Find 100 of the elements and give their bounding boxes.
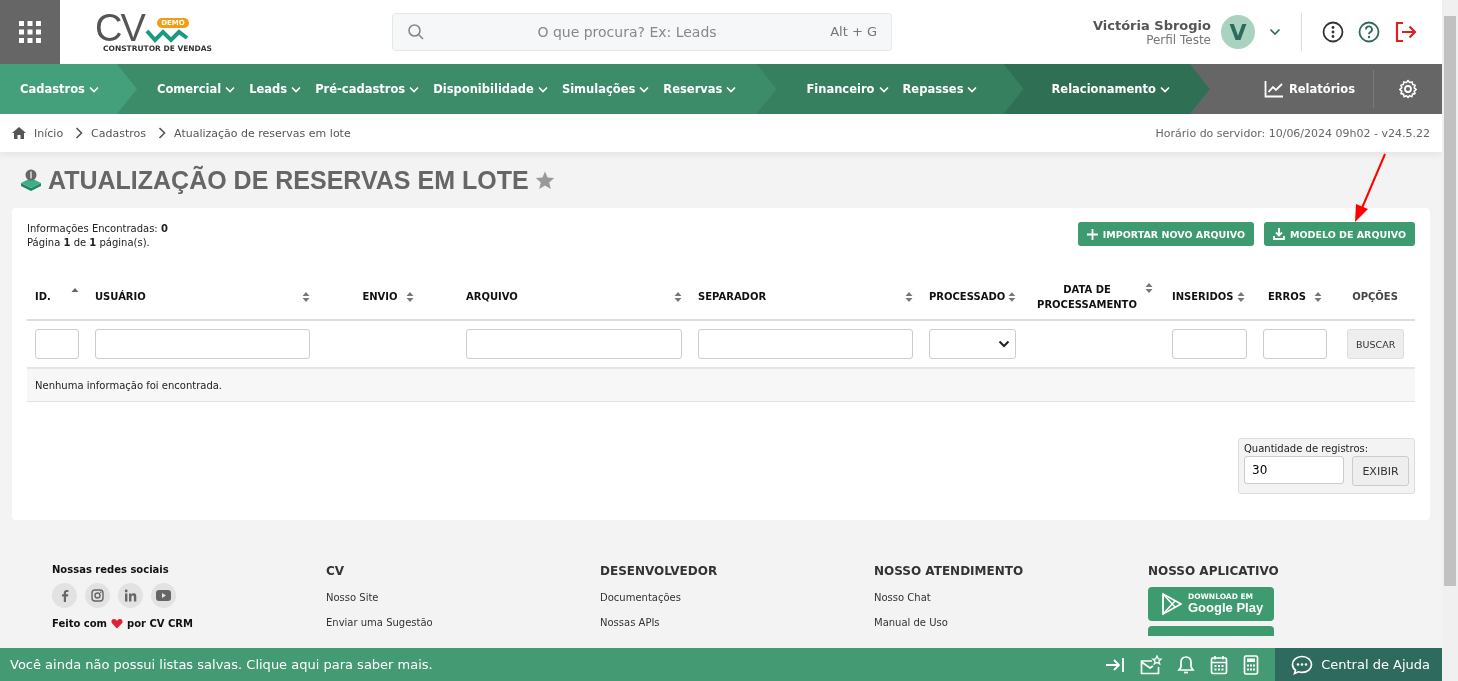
logout-icon[interactable]	[1394, 21, 1418, 43]
sort-icon[interactable]	[302, 290, 310, 303]
footer-heading: DESENVOLVEDOR	[600, 564, 719, 578]
sort-icon[interactable]	[1008, 290, 1016, 303]
home-icon	[12, 127, 26, 139]
column-header[interactable]: PROCESSADO	[929, 289, 1006, 304]
column-header[interactable]: ENVIO	[362, 289, 398, 304]
sort-icon[interactable]	[1145, 282, 1153, 294]
linkedin-icon[interactable]	[118, 583, 143, 608]
apps-menu-button[interactable]	[0, 0, 60, 64]
page-size-field[interactable]: 30	[1244, 456, 1344, 484]
user-avatar[interactable]: V	[1221, 15, 1255, 49]
collapse-icon[interactable]	[1105, 656, 1126, 673]
chevron-down-icon	[537, 85, 548, 93]
nav-menu-item[interactable]: Disponibilidade	[433, 82, 548, 96]
empty-message: Nenhuma informação foi encontrada.	[35, 379, 223, 391]
made-by-text: por CV CRM	[127, 618, 193, 629]
page-info: Página 1 de 1 página(s).	[27, 236, 151, 250]
play-store-icon	[1162, 593, 1182, 615]
mail-star-icon[interactable]	[1140, 654, 1163, 675]
nav-menu-item[interactable]: Simulações	[561, 82, 650, 96]
bell-icon[interactable]	[1177, 654, 1196, 675]
shortcut-hint: Alt + G	[830, 24, 877, 39]
nav-menu-item[interactable]: Financeiro	[806, 82, 889, 96]
settings-icon[interactable]	[1398, 79, 1418, 99]
breadcrumb-link[interactable]: Início	[34, 126, 64, 140]
results-count: Informações Encontradas: 0	[27, 222, 168, 236]
chevron-down-icon	[726, 85, 737, 93]
footer-heading: NOSSO APLICATIVO	[1148, 564, 1280, 578]
footer-heading: NOSSO ATENDIMENTO	[874, 564, 1025, 578]
calculator-icon[interactable]	[1243, 654, 1260, 675]
chevron-right-icon	[158, 127, 167, 139]
column-header[interactable]: ARQUIVO	[466, 289, 518, 304]
server-time: Horário do servidor: 10/06/2024 09h02 - v24.5.22	[1155, 126, 1430, 140]
reports-menu-item[interactable]: Relatórios	[1263, 80, 1355, 98]
user-profile: Perfil Teste	[1146, 32, 1211, 47]
column-header[interactable]: SEPARADOR	[698, 289, 767, 304]
youtube-icon[interactable]	[151, 583, 176, 608]
footer-link[interactable]: Documentações	[600, 592, 874, 603]
nav-menu-item[interactable]: Relacionamento	[1051, 82, 1170, 96]
sort-icon[interactable]	[674, 290, 682, 303]
footer-link[interactable]: Nosso Chat	[874, 592, 1148, 603]
filter-field[interactable]	[95, 329, 310, 359]
filter-field[interactable]	[466, 329, 682, 359]
search-button[interactable]: BUSCAR	[1347, 329, 1405, 359]
chevron-down-icon	[409, 85, 420, 93]
help-center-button[interactable]: Central de Ajuda	[1275, 648, 1442, 681]
chevron-down-icon	[88, 85, 99, 93]
star-icon[interactable]	[534, 170, 555, 190]
nav-menu-item[interactable]: Pré-cadastros	[315, 82, 420, 96]
breadcrumb-current: Atualização de reservas em lote	[174, 126, 351, 140]
column-header[interactable]: ID.	[35, 289, 51, 304]
sort-icon[interactable]	[1313, 290, 1322, 303]
chevron-down-icon	[1159, 85, 1170, 93]
nav-menu-item[interactable]: Leads	[249, 82, 302, 96]
chevron-right-icon	[75, 127, 84, 139]
chat-icon	[1291, 654, 1314, 675]
nav-menu-item[interactable]: Comercial	[156, 82, 236, 96]
help-icon[interactable]	[1358, 21, 1380, 43]
filter-field[interactable]	[1263, 329, 1327, 359]
footer-heading: CV	[326, 564, 346, 578]
footer-link[interactable]: Manual de Uso	[874, 617, 1148, 628]
chevron-down-icon[interactable]	[1269, 28, 1281, 36]
user-name: Victória Sbrogio	[1093, 17, 1211, 33]
search-icon	[407, 23, 425, 41]
filter-field[interactable]	[698, 329, 913, 359]
calendar-icon[interactable]	[1210, 654, 1229, 675]
chevron-down-icon	[967, 85, 978, 93]
footer-link[interactable]: Nosso Site	[326, 592, 600, 603]
breadcrumb-link[interactable]: Cadastros	[91, 126, 147, 140]
facebook-icon[interactable]	[52, 583, 77, 608]
sort-icon[interactable]	[1236, 290, 1245, 303]
footer-link[interactable]: Enviar uma Sugestão	[326, 617, 600, 628]
sort-ascending-icon[interactable]	[71, 287, 79, 293]
more-icon[interactable]	[1322, 21, 1344, 43]
heart-icon	[111, 618, 123, 629]
filter-field[interactable]	[35, 329, 79, 359]
column-header[interactable]: DATA DE PROCESSAMENTO	[1035, 281, 1139, 312]
page-size-label: Quantidade de registros:	[1244, 443, 1370, 454]
made-with-text: Feito com	[52, 618, 107, 629]
nav-menu-item[interactable]: Reservas	[663, 82, 737, 96]
show-button[interactable]: EXIBIR	[1352, 456, 1409, 486]
chevron-down-icon	[225, 85, 236, 93]
grid-icon	[18, 20, 42, 44]
plus-icon	[1086, 228, 1098, 240]
column-header[interactable]: ERROS	[1268, 289, 1306, 304]
download-icon	[1273, 228, 1286, 240]
footer-heading: Nossas redes sociais	[52, 564, 170, 575]
chevron-down-icon	[878, 85, 889, 93]
money-stack-icon	[20, 168, 42, 192]
sort-icon[interactable]	[405, 290, 414, 303]
instagram-icon[interactable]	[85, 583, 110, 608]
sort-icon[interactable]	[905, 290, 913, 303]
filter-field[interactable]	[1172, 329, 1247, 359]
footer-link[interactable]: Nossas APIs	[600, 617, 874, 628]
column-header[interactable]: INSERIDOS	[1172, 289, 1234, 304]
nav-menu-item[interactable]: Repasses	[902, 82, 978, 96]
column-header[interactable]: OPÇÕES	[1352, 289, 1398, 304]
line-chart-icon	[1263, 80, 1284, 98]
column-header[interactable]: USUÁRIO	[95, 289, 146, 304]
